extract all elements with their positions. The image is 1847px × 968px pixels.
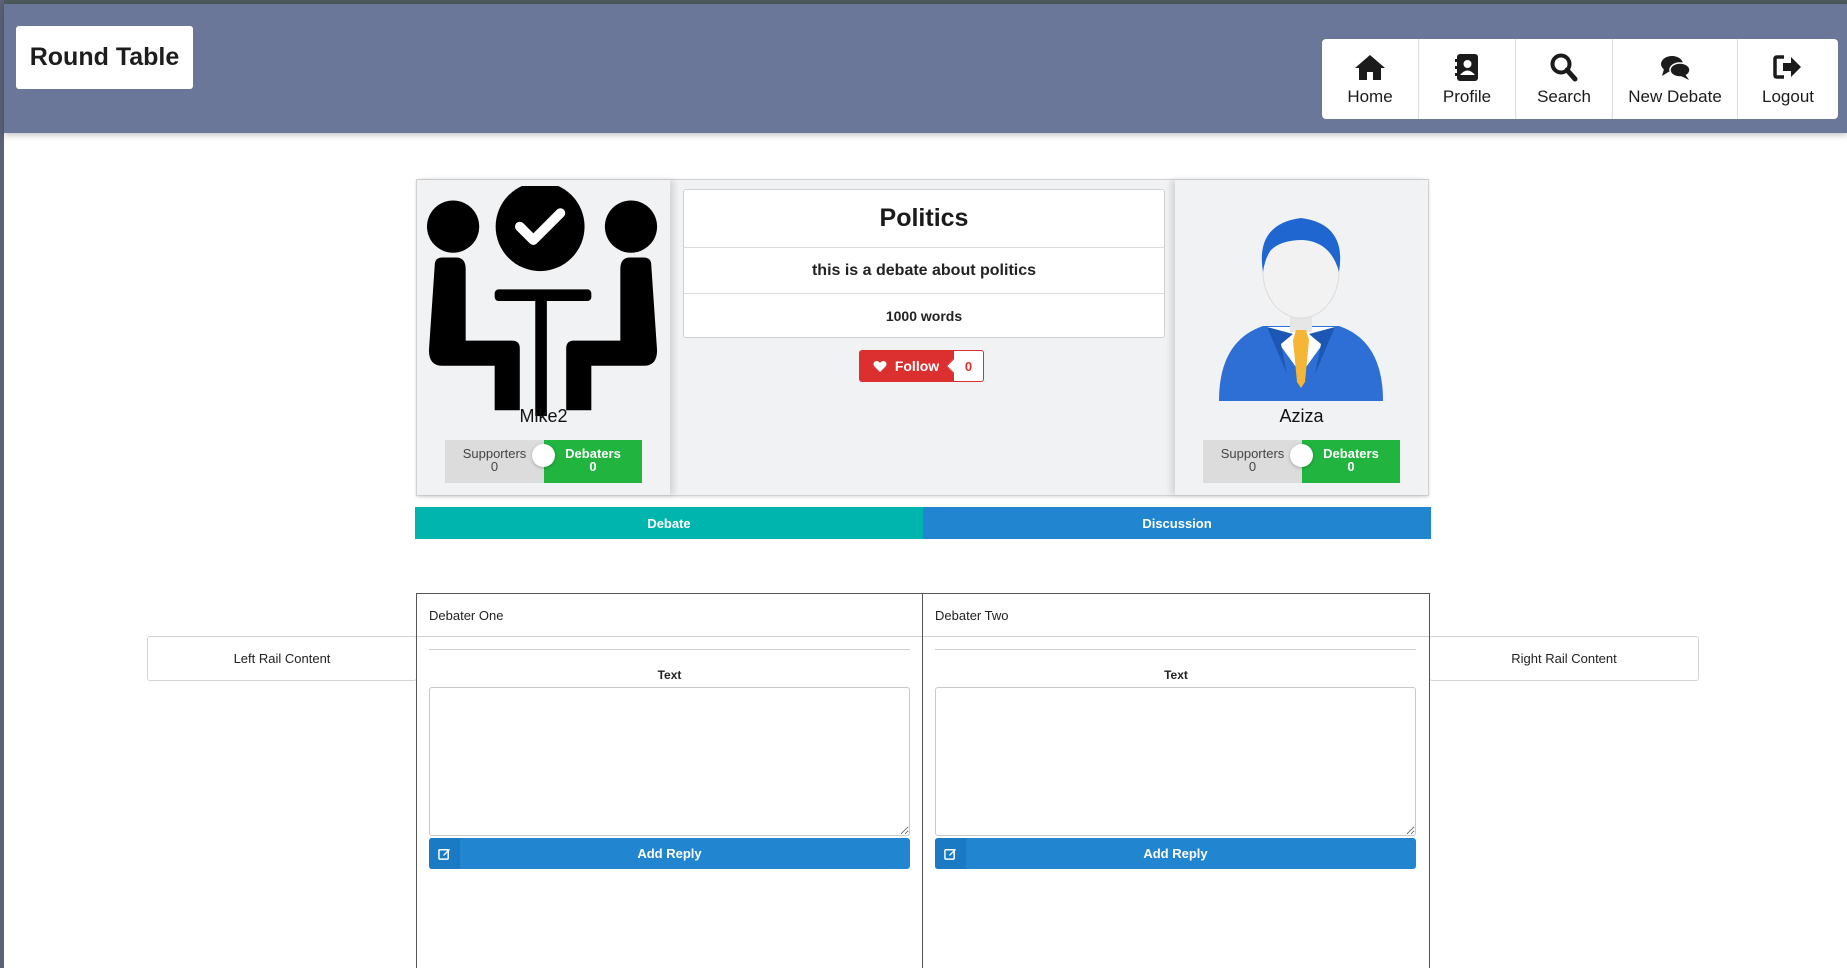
debate-card: Mike2 Supporters 0 Debaters 0 Politics t… — [416, 179, 1429, 496]
column-header: Debater One — [417, 594, 922, 637]
view-tabs: Debate Discussion — [415, 507, 1431, 539]
main-nav: Home Profile Search New Debate Logout — [1322, 39, 1838, 119]
tab-debate[interactable]: Debate — [415, 507, 923, 539]
debater-right-profile: Aziza Supporters 0 Debaters 0 — [1175, 180, 1428, 495]
column-header: Debater Two — [923, 594, 1429, 637]
brand-logo[interactable]: Round Table — [16, 26, 193, 89]
divider — [935, 649, 1416, 650]
debater-left-name[interactable]: Mike2 — [417, 406, 670, 427]
nav-label: New Debate — [1628, 86, 1722, 106]
edit-icon — [935, 838, 966, 869]
tab-discussion[interactable]: Discussion — [923, 507, 1431, 539]
heart-icon — [873, 360, 887, 372]
follow-button[interactable]: Follow — [859, 350, 953, 382]
debater-right-stats: Supporters 0 Debaters 0 — [1203, 440, 1400, 483]
debate-info-box: Politics this is a debate about politics… — [683, 189, 1165, 338]
add-reply-button[interactable]: Add Reply — [429, 838, 910, 869]
nav-label: Profile — [1442, 86, 1492, 106]
toggle-knob[interactable] — [532, 444, 555, 467]
add-reply-label: Add Reply — [1143, 846, 1208, 861]
comments-icon — [1661, 55, 1691, 80]
nav-label: Search — [1537, 86, 1591, 106]
logout-icon — [1773, 54, 1801, 79]
follow-widget: Follow 0 — [859, 350, 984, 382]
supporters-toggle[interactable]: Supporters 0 — [1203, 440, 1302, 483]
debate-word-limit: 1000 words — [885, 307, 963, 324]
debaters-toggle[interactable]: Debaters 0 — [544, 440, 642, 483]
debaters-count: 0 — [1347, 459, 1355, 474]
text-label: Text — [657, 668, 682, 682]
divider — [429, 649, 910, 650]
nav-label: Logout — [1762, 86, 1814, 106]
search-icon — [1550, 53, 1578, 81]
debater-right-name[interactable]: Aziza — [1175, 406, 1428, 427]
debater-left-stats: Supporters 0 Debaters 0 — [445, 440, 642, 483]
add-reply-label: Add Reply — [637, 846, 702, 861]
debate-meeting-icon — [427, 186, 658, 417]
nav-profile[interactable]: Profile — [1419, 39, 1516, 119]
avatar — [1219, 218, 1383, 401]
debate-table: Debater One Text Add Reply Debater Two T… — [416, 593, 1430, 968]
reply-textarea[interactable] — [429, 687, 910, 836]
debate-description: this is a debate about politics — [684, 248, 1164, 294]
supporters-count: 0 — [1248, 459, 1257, 474]
debater-one-column: Debater One Text Add Reply — [417, 594, 923, 968]
nav-new-debate[interactable]: New Debate — [1613, 39, 1738, 119]
right-rail: Right Rail Content — [1429, 636, 1699, 681]
debaters-toggle[interactable]: Debaters 0 — [1302, 440, 1400, 483]
debaters-count: 0 — [589, 459, 597, 474]
edit-icon — [429, 838, 460, 869]
debate-title: Politics — [684, 190, 1164, 248]
nav-label: Home — [1347, 86, 1393, 106]
toggle-knob[interactable] — [1290, 444, 1313, 467]
home-icon — [1355, 54, 1385, 80]
follow-label: Follow — [894, 358, 940, 374]
text-label: Text — [1164, 668, 1188, 682]
add-reply-button[interactable]: Add Reply — [935, 838, 1416, 869]
top-header: Round Table Home Profile Search New Deba… — [4, 4, 1847, 133]
left-rail: Left Rail Content — [147, 636, 417, 681]
nav-search[interactable]: Search — [1516, 39, 1613, 119]
follow-count: 0 — [953, 350, 984, 382]
debater-two-column: Debater Two Text Add Reply — [923, 594, 1429, 968]
nav-logout[interactable]: Logout — [1738, 39, 1838, 119]
window-left-border — [0, 0, 4, 968]
nav-home[interactable]: Home — [1322, 39, 1419, 119]
supporters-count: 0 — [490, 459, 499, 474]
profile-icon — [1455, 53, 1478, 81]
supporters-toggle[interactable]: Supporters 0 — [445, 440, 544, 483]
debater-left-profile: Mike2 Supporters 0 Debaters 0 — [417, 180, 670, 495]
reply-textarea[interactable] — [935, 687, 1416, 836]
